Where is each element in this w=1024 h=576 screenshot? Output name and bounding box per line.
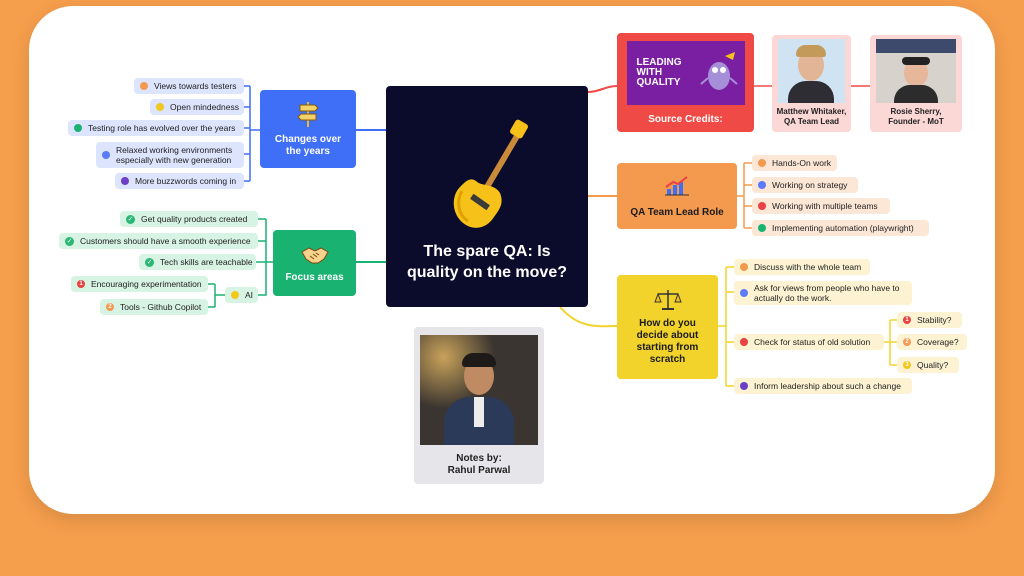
teamlead-item-automation[interactable]: Implementing automation (playwright) [752, 220, 929, 236]
list-item-label: Open mindedness [170, 102, 239, 112]
person-icon [758, 181, 766, 189]
ai-label: AI [245, 290, 254, 300]
focus-item-products[interactable]: ✓ Get quality products created [120, 211, 258, 227]
decide-node[interactable]: How do you decide about starting from sc… [617, 275, 718, 379]
teamlead-item-strategy[interactable]: Working on strategy [752, 177, 858, 193]
check-icon: ✓ [145, 257, 154, 267]
changes-item-relaxed[interactable]: Relaxed working environments especially … [96, 142, 244, 168]
focus-item-tech[interactable]: ✓ Tech skills are teachable [139, 254, 256, 270]
list-item-label: Implementing automation (playwright) [772, 223, 914, 233]
sub-item-quality[interactable]: 3 Quality? [897, 357, 959, 373]
list-item-label: Ask for views from people who have to ac… [754, 283, 900, 303]
teamlead-item-teams[interactable]: Working with multiple teams [752, 198, 890, 214]
credits-node[interactable]: LEADING WITH QUALITY Source Credits: [617, 33, 754, 132]
bullet-icon [740, 382, 748, 390]
bullet-icon [74, 124, 82, 132]
author-photo [420, 335, 538, 445]
person-role: QA Team Lead [783, 117, 840, 126]
scales-icon [653, 290, 682, 310]
list-item-label: Relaxed working environments especially … [116, 145, 233, 165]
bullet-icon [740, 263, 748, 271]
decide-item-views[interactable]: Ask for views from people who have to ac… [734, 281, 912, 305]
list-item-label: Tools - Github Copilot [120, 302, 202, 312]
person-card-matthew[interactable]: Matthew Whitaker, QA Team Lead [772, 35, 851, 132]
changes-item-role[interactable]: Testing role has evolved over the years [68, 120, 244, 136]
list-item-label: Customers should have a smooth experienc… [80, 236, 251, 246]
leading-with-quality-logo: LEADING WITH QUALITY [626, 41, 745, 105]
list-item-label: Encouraging experimentation [91, 279, 202, 289]
bullet-icon [740, 289, 748, 297]
guitar-icon [453, 119, 528, 228]
bullet-icon [121, 177, 129, 185]
list-item-label: Hands-On work [772, 158, 832, 168]
logo-line: QUALITY [636, 77, 681, 88]
person-icon [758, 202, 766, 210]
list-item-label: Quality? [917, 360, 949, 370]
list-item-label: Working with multiple teams [772, 201, 878, 211]
changes-item-buzzwords[interactable]: More buzzwords coming in [115, 173, 244, 189]
number-2-icon: 2 [106, 303, 114, 311]
decide-item-discuss[interactable]: Discuss with the whole team [734, 259, 870, 275]
sub-item-stability[interactable]: 1 Stability? [897, 312, 962, 328]
bullet-icon [740, 338, 748, 346]
list-item-label: Tech skills are teachable [160, 257, 253, 267]
list-item-label: Inform leadership about such a change [754, 381, 901, 391]
number-1-icon: 1 [77, 280, 85, 288]
changes-item-views[interactable]: Views towards testers [134, 78, 244, 94]
focus-item-customers[interactable]: ✓ Customers should have a smooth experien… [59, 233, 258, 249]
person-name: Matthew Whitaker, [776, 107, 847, 116]
handshake-icon [300, 246, 329, 263]
growth-chart-icon [665, 175, 689, 195]
list-item-label: Get quality products created [141, 214, 248, 224]
changes-node[interactable]: Changes over the years [260, 90, 356, 168]
number-1-icon: 1 [903, 316, 911, 324]
check-icon: ✓ [126, 214, 135, 224]
person-name: Rosie Sherry, [890, 107, 942, 116]
changes-label: Changes over the years [274, 134, 342, 157]
person-icon [758, 224, 766, 232]
sub-item-coverage[interactable]: 2 Coverage? [897, 334, 967, 350]
focus-ai[interactable]: AI [225, 287, 258, 303]
changes-item-open[interactable]: Open mindedness [150, 99, 244, 115]
central-topic[interactable]: The spare QA: Is quality on the move? [386, 86, 588, 307]
list-item-label: Coverage? [917, 337, 959, 347]
bullet-icon [156, 103, 164, 111]
list-item-label: Check for status of old solution [754, 337, 871, 347]
matthew-photo [778, 39, 845, 103]
notes-by-label: Notes by: [456, 453, 502, 464]
person-icon [758, 159, 766, 167]
decide-label: How do you decide about starting from sc… [636, 318, 699, 365]
person-role: Founder - MoT [888, 117, 944, 126]
list-item-label: Testing role has evolved over the years [88, 123, 236, 133]
ai-item-copilot[interactable]: 2 Tools - Github Copilot [100, 299, 208, 315]
person-card-rosie[interactable]: Rosie Sherry, Founder - MoT [870, 35, 962, 132]
decide-item-status[interactable]: Check for status of old solution [734, 334, 884, 350]
teamlead-item-handson[interactable]: Hands-On work [752, 155, 837, 171]
signpost-icon [297, 102, 319, 127]
focus-node[interactable]: Focus areas [273, 230, 356, 296]
list-item-label: More buzzwords coming in [135, 176, 237, 186]
focus-label: Focus areas [285, 271, 344, 283]
bulb-icon [231, 291, 239, 299]
number-2-icon: 2 [903, 338, 911, 346]
list-item-label: Views towards testers [154, 81, 237, 91]
rosie-photo [876, 39, 956, 103]
ai-item-experimentation[interactable]: 1 Encouraging experimentation [71, 276, 208, 292]
list-item-label: Stability? [917, 315, 952, 325]
number-3-icon: 3 [903, 361, 911, 369]
bullet-icon [102, 151, 110, 159]
decide-item-inform[interactable]: Inform leadership about such a change [734, 378, 912, 394]
notes-author: Rahul Parwal [447, 465, 511, 476]
bug-mascot-icon [699, 52, 738, 90]
teamlead-label: QA Team Lead Role [630, 206, 724, 218]
central-title: The spare QA: Is quality on the move? [406, 242, 567, 281]
credits-label: Source Credits: [648, 114, 723, 125]
teamlead-node[interactable]: QA Team Lead Role [617, 163, 737, 229]
notes-card[interactable]: Notes by: Rahul Parwal [414, 327, 544, 484]
list-item-label: Working on strategy [772, 180, 848, 190]
check-icon: ✓ [65, 236, 74, 246]
list-item-label: Discuss with the whole team [754, 262, 862, 272]
bullet-icon [140, 82, 148, 90]
